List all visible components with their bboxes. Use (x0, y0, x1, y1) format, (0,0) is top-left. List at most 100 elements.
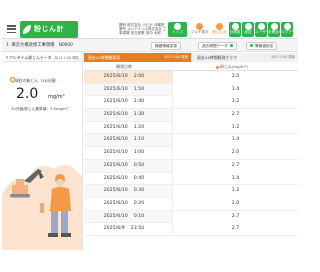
row-datetime: 2025/6/10 0:30 (90, 185, 158, 198)
col-dust[interactable]: 粉じん(mg/m³) (182, 62, 282, 71)
table-row: 2025/6/10 0:30 1.2 (84, 185, 298, 198)
row-date: 2025/6/10 (103, 188, 128, 194)
toolbar-button-6[interactable]: ユーザー (255, 22, 270, 37)
row-dust-value: 1.2 (172, 185, 298, 198)
row-date: 2025/6/10 (103, 99, 128, 105)
toolbar-button-4[interactable]: 計測表 (229, 22, 241, 37)
top-header: 粉じん計 関西 株式会社 パピポ 沖縄営業所 メンテナンス株式会社 工事現場 担… (2, 20, 298, 39)
row-dust-value: 1.2 (172, 121, 298, 135)
row-time: 0:40 (133, 175, 145, 181)
row-datetime: 2025/6/10 1:30 (90, 109, 158, 122)
row-time: 0:20 (133, 200, 145, 206)
grid-icon (196, 23, 203, 30)
row-dust-value: 2.7 (172, 223, 298, 236)
alert-settings-button[interactable]: 警報値設定 (246, 41, 278, 50)
row-date: 2025/6/10 (103, 175, 128, 181)
row-datetime: 2025/6/10 0:50 (90, 160, 158, 173)
row-datetime: 2025/6/9 23:50 (90, 223, 158, 236)
table-icon (231, 23, 239, 30)
toolbar-button-label: お問合せ (268, 30, 283, 34)
row-datetime: 2025/6/10 2:00 (90, 71, 158, 84)
realtime-time: 8/13 2:00 現在 (54, 56, 79, 61)
tab-observation-graph[interactable]: 過去24時間観測グラフ 8/13 2:00 更新 (191, 53, 298, 62)
row-dust-value: 2.7 (172, 159, 298, 173)
tab-bar: 過去24時間観測表 8/13 2:00 更新 過去24時間観測グラフ 8/13 … (84, 53, 298, 62)
toolbar-button-8[interactable]: ログアウト (281, 22, 298, 37)
col-datetime[interactable]: 観測日時 (84, 62, 164, 71)
row-time: 23:50 (130, 226, 145, 232)
current-dust-unit: mg/m³ (48, 94, 65, 100)
app-logo[interactable]: 粉じん計 (20, 21, 78, 38)
table-header: 観測日時 粉じん(mg/m³) (84, 62, 298, 71)
row-date: 2025/6/10 (103, 200, 128, 206)
row-date: 2025/6/10 (103, 86, 128, 92)
row-datetime: 2025/6/10 1:20 (90, 122, 158, 135)
row-time: 1:00 (133, 150, 145, 156)
tab-observation-table[interactable]: 過去24時間観測表 8/13 2:00 更新 (84, 53, 191, 62)
construction-illustration (2, 164, 82, 250)
table-row: 2025/6/10 2:00 2.0 (84, 71, 298, 84)
row-dust-value: 2.0 (172, 147, 298, 160)
table-row: 2025/6/10 0:50 2.7 (84, 159, 298, 173)
table-row: 2025/6/10 0:20 2.0 (84, 197, 298, 211)
past-data-button-label: 過去期間データ (202, 43, 228, 48)
row-date: 2025/6/10 (103, 137, 128, 143)
toolbar-button-3[interactable]: 粉じん計 (210, 22, 229, 37)
menu-icon[interactable] (7, 25, 16, 34)
app-logo-text: 粉じん計 (34, 25, 64, 33)
bell-icon (250, 44, 253, 47)
company-info: 関西 株式会社 パピポ 沖縄営業所 メンテナンス株式会社 工事現場 担当営業 田… (119, 23, 167, 36)
dust-column-icon (216, 65, 220, 69)
row-date: 2025/6/10 (103, 213, 128, 219)
user-icon (257, 23, 265, 30)
row-datetime: 2025/6/10 1:00 (90, 147, 158, 160)
row-time: 0:30 (133, 188, 145, 194)
row-datetime: 2025/6/10 0:20 (90, 198, 158, 211)
toolbar-button-label: 設定 (244, 30, 252, 34)
past-data-button[interactable]: 過去期間データ (198, 41, 237, 50)
row-time: 1:50 (133, 86, 145, 92)
alert-settings-button-label: 警報値設定 (255, 43, 274, 48)
toolbar-button-label: ユーザー (255, 30, 270, 34)
row-dust-value: 1.4 (172, 134, 298, 148)
app-window: 粉じん計 関西 株式会社 パピポ 沖縄営業所 メンテナンス株式会社 工事現場 担… (2, 20, 298, 250)
observation-panel: 過去24時間観測表 8/13 2:00 更新 過去24時間観測グラフ 8/13 … (84, 53, 298, 250)
table-row: 2025/6/10 1:20 1.2 (84, 121, 298, 135)
table-row: 2025/6/10 1:40 1.2 (84, 96, 298, 110)
row-time: 1:10 (133, 137, 145, 143)
toolbar-button-1[interactable]: トップ (168, 22, 187, 37)
toolbar-button-label: マルチ表示 (190, 30, 209, 34)
row-datetime: 2025/6/10 1:40 (90, 96, 158, 109)
status-dot-icon (229, 44, 233, 47)
row-date: 2025/6/10 (103, 74, 128, 79)
row-date: 2025/6/10 (103, 124, 128, 130)
row-time: 1:30 (133, 112, 145, 118)
row-dust-value: 2.0 (172, 197, 298, 211)
toolbar-button-label: ログアウト (281, 30, 298, 34)
table-row: 2025/6/10 1:00 2.0 (84, 147, 298, 160)
toolbar-button-label: 計測表 (229, 30, 241, 34)
home-icon (174, 23, 181, 30)
col-dust-label: 粉じん(mg/m³) (220, 64, 248, 69)
tab-observation-table-label: 過去24時間観測表 (88, 55, 121, 60)
site-name: 1. 東京大橋改修工事現場 N0000 (6, 43, 73, 48)
toolbar-button-5[interactable]: 設定 (242, 22, 254, 37)
row-datetime: 2025/6/10 1:50 (90, 84, 158, 97)
toolbar-button-label: 粉じん計 (212, 30, 227, 34)
row-time: 0:10 (133, 213, 145, 219)
device-info-button[interactable]: 機器情報変更 (151, 41, 182, 50)
row-date: 2025/6/9 (103, 226, 125, 232)
row-time: 2:00 (133, 74, 145, 79)
row-time: 0:50 (133, 162, 145, 168)
current-dust-label: 現在の粉じん（10分値） (15, 78, 59, 83)
leaf-icon (23, 25, 31, 34)
toolbar-button-2[interactable]: マルチ表示 (190, 22, 209, 37)
row-dust-value: 1.4 (172, 172, 298, 186)
device-info-button-label: 機器情報変更 (155, 43, 178, 48)
toolbar-button-7[interactable]: お問合せ (268, 22, 283, 37)
row-datetime: 2025/6/10 0:10 (90, 211, 158, 224)
row-dust-value: 2.7 (172, 109, 298, 122)
realtime-panel: リアルタイム粉じんデータ 8/13 2:00 現在 現在の粉じん（10分値） 2… (2, 53, 83, 250)
row-dust-value: 1.4 (172, 83, 298, 97)
row-time: 1:40 (133, 99, 145, 105)
